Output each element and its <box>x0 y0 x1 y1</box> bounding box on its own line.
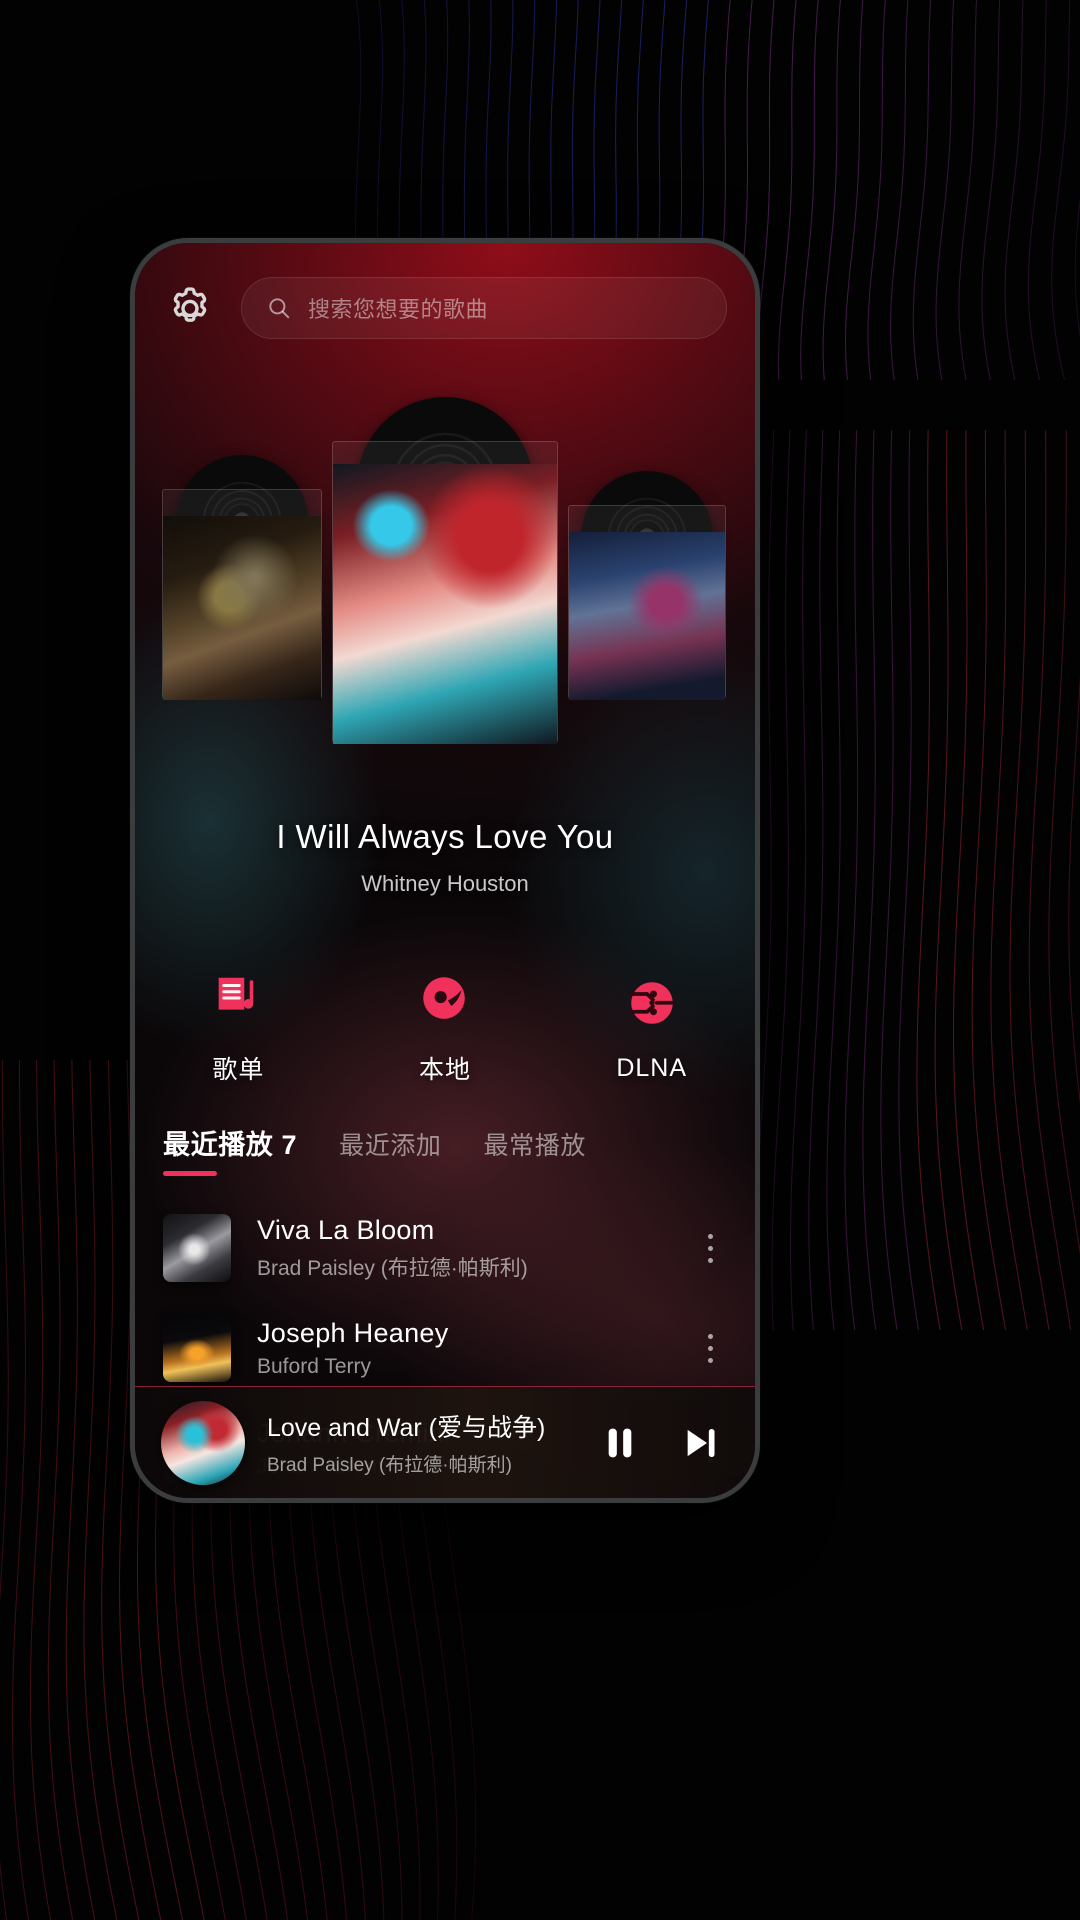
table-row[interactable]: Viva La Bloom Brad Paisley (布拉德·帕斯利) <box>135 1198 755 1298</box>
gear-icon[interactable] <box>163 281 217 335</box>
song-artist: Buford Terry <box>257 1354 371 1378</box>
search-placeholder: 搜索您想要的歌曲 <box>308 297 489 322</box>
album-sleeve-right <box>568 505 726 700</box>
pause-button[interactable] <box>591 1414 649 1472</box>
album-card-right[interactable] <box>568 471 726 700</box>
song-meta: Viva La Bloom Brad Paisley (布拉德·帕斯利) <box>257 1215 667 1282</box>
category-dlna-label: DLNA <box>616 1053 688 1082</box>
category-playlist[interactable]: 歌单 <box>135 943 342 1113</box>
dlna-network-icon <box>629 981 674 1024</box>
song-thumbnail <box>163 1214 231 1282</box>
album-card-center[interactable] <box>332 397 558 744</box>
tab-most-played-label: 最常播放 <box>483 1132 586 1160</box>
skip-next-icon <box>687 1428 715 1457</box>
tab-recently-added[interactable]: 最近添加 <box>339 1126 441 1176</box>
category-dlna[interactable]: DLNA <box>548 943 755 1113</box>
phone-screen: 搜索您想要的歌曲 I Will Always Love You Whitney … <box>135 243 755 1498</box>
now-playing-title: I Will Always Love You <box>276 818 614 855</box>
search-input[interactable]: 搜索您想要的歌曲 <box>241 277 727 339</box>
song-thumbnail <box>163 1314 231 1382</box>
library-tabs: 最近播放 7 最近添加 最常播放 <box>163 1123 586 1176</box>
phone-frame: 搜索您想要的歌曲 I Will Always Love You Whitney … <box>130 238 760 1503</box>
song-title: Joseph Heaney <box>257 1317 449 1348</box>
page-root: 搜索您想要的歌曲 I Will Always Love You Whitney … <box>0 0 1080 1920</box>
album-carousel[interactable] <box>135 393 755 813</box>
album-cover-left <box>163 516 321 700</box>
tab-recently-played-label: 最近播放 7 <box>163 1130 298 1160</box>
app-header: 搜索您想要的歌曲 <box>135 243 755 373</box>
mini-player-avatar <box>161 1400 245 1485</box>
album-cover-center <box>333 464 557 744</box>
album-cover-right <box>569 532 725 700</box>
album-card-left[interactable] <box>162 455 322 700</box>
tab-recently-added-label: 最近添加 <box>339 1132 442 1160</box>
mini-player-artist: Brad Paisley (布拉德·帕斯利) <box>267 1455 512 1476</box>
song-meta: Joseph Heaney Buford Terry <box>257 1318 667 1379</box>
category-local[interactable]: 本地 <box>342 943 549 1113</box>
category-playlist-label: 歌单 <box>212 1056 265 1084</box>
vinyl-record-icon <box>423 977 465 1019</box>
tab-recently-played[interactable]: 最近播放 7 <box>163 1123 297 1176</box>
next-button[interactable] <box>671 1414 729 1472</box>
more-vertical-icon[interactable] <box>693 1224 727 1272</box>
category-local-label: 本地 <box>419 1056 472 1084</box>
album-sleeve-left <box>162 489 322 700</box>
mini-player-meta: Love and War (爱与战争) Brad Paisley (布拉德·帕斯… <box>267 1408 569 1477</box>
pause-icon <box>608 1428 632 1457</box>
tab-most-played[interactable]: 最常播放 <box>484 1126 586 1176</box>
mini-player-title: Love and War (爱与战争) <box>267 1414 546 1442</box>
category-row: 歌单 本地 DLNA <box>135 943 755 1113</box>
mini-player: Love and War (爱与战争) Brad Paisley (布拉德·帕斯… <box>135 1386 755 1498</box>
now-playing-artist: Whitney Houston <box>361 871 529 896</box>
song-title: Viva La Bloom <box>257 1214 435 1245</box>
song-artist: Brad Paisley (布拉德·帕斯利) <box>257 1256 528 1280</box>
search-icon <box>269 298 290 319</box>
table-row[interactable]: Joseph Heaney Buford Terry <box>135 1298 755 1398</box>
more-vertical-icon[interactable] <box>693 1324 727 1372</box>
playlist-music-icon <box>218 977 254 1010</box>
album-sleeve-center <box>332 441 558 744</box>
